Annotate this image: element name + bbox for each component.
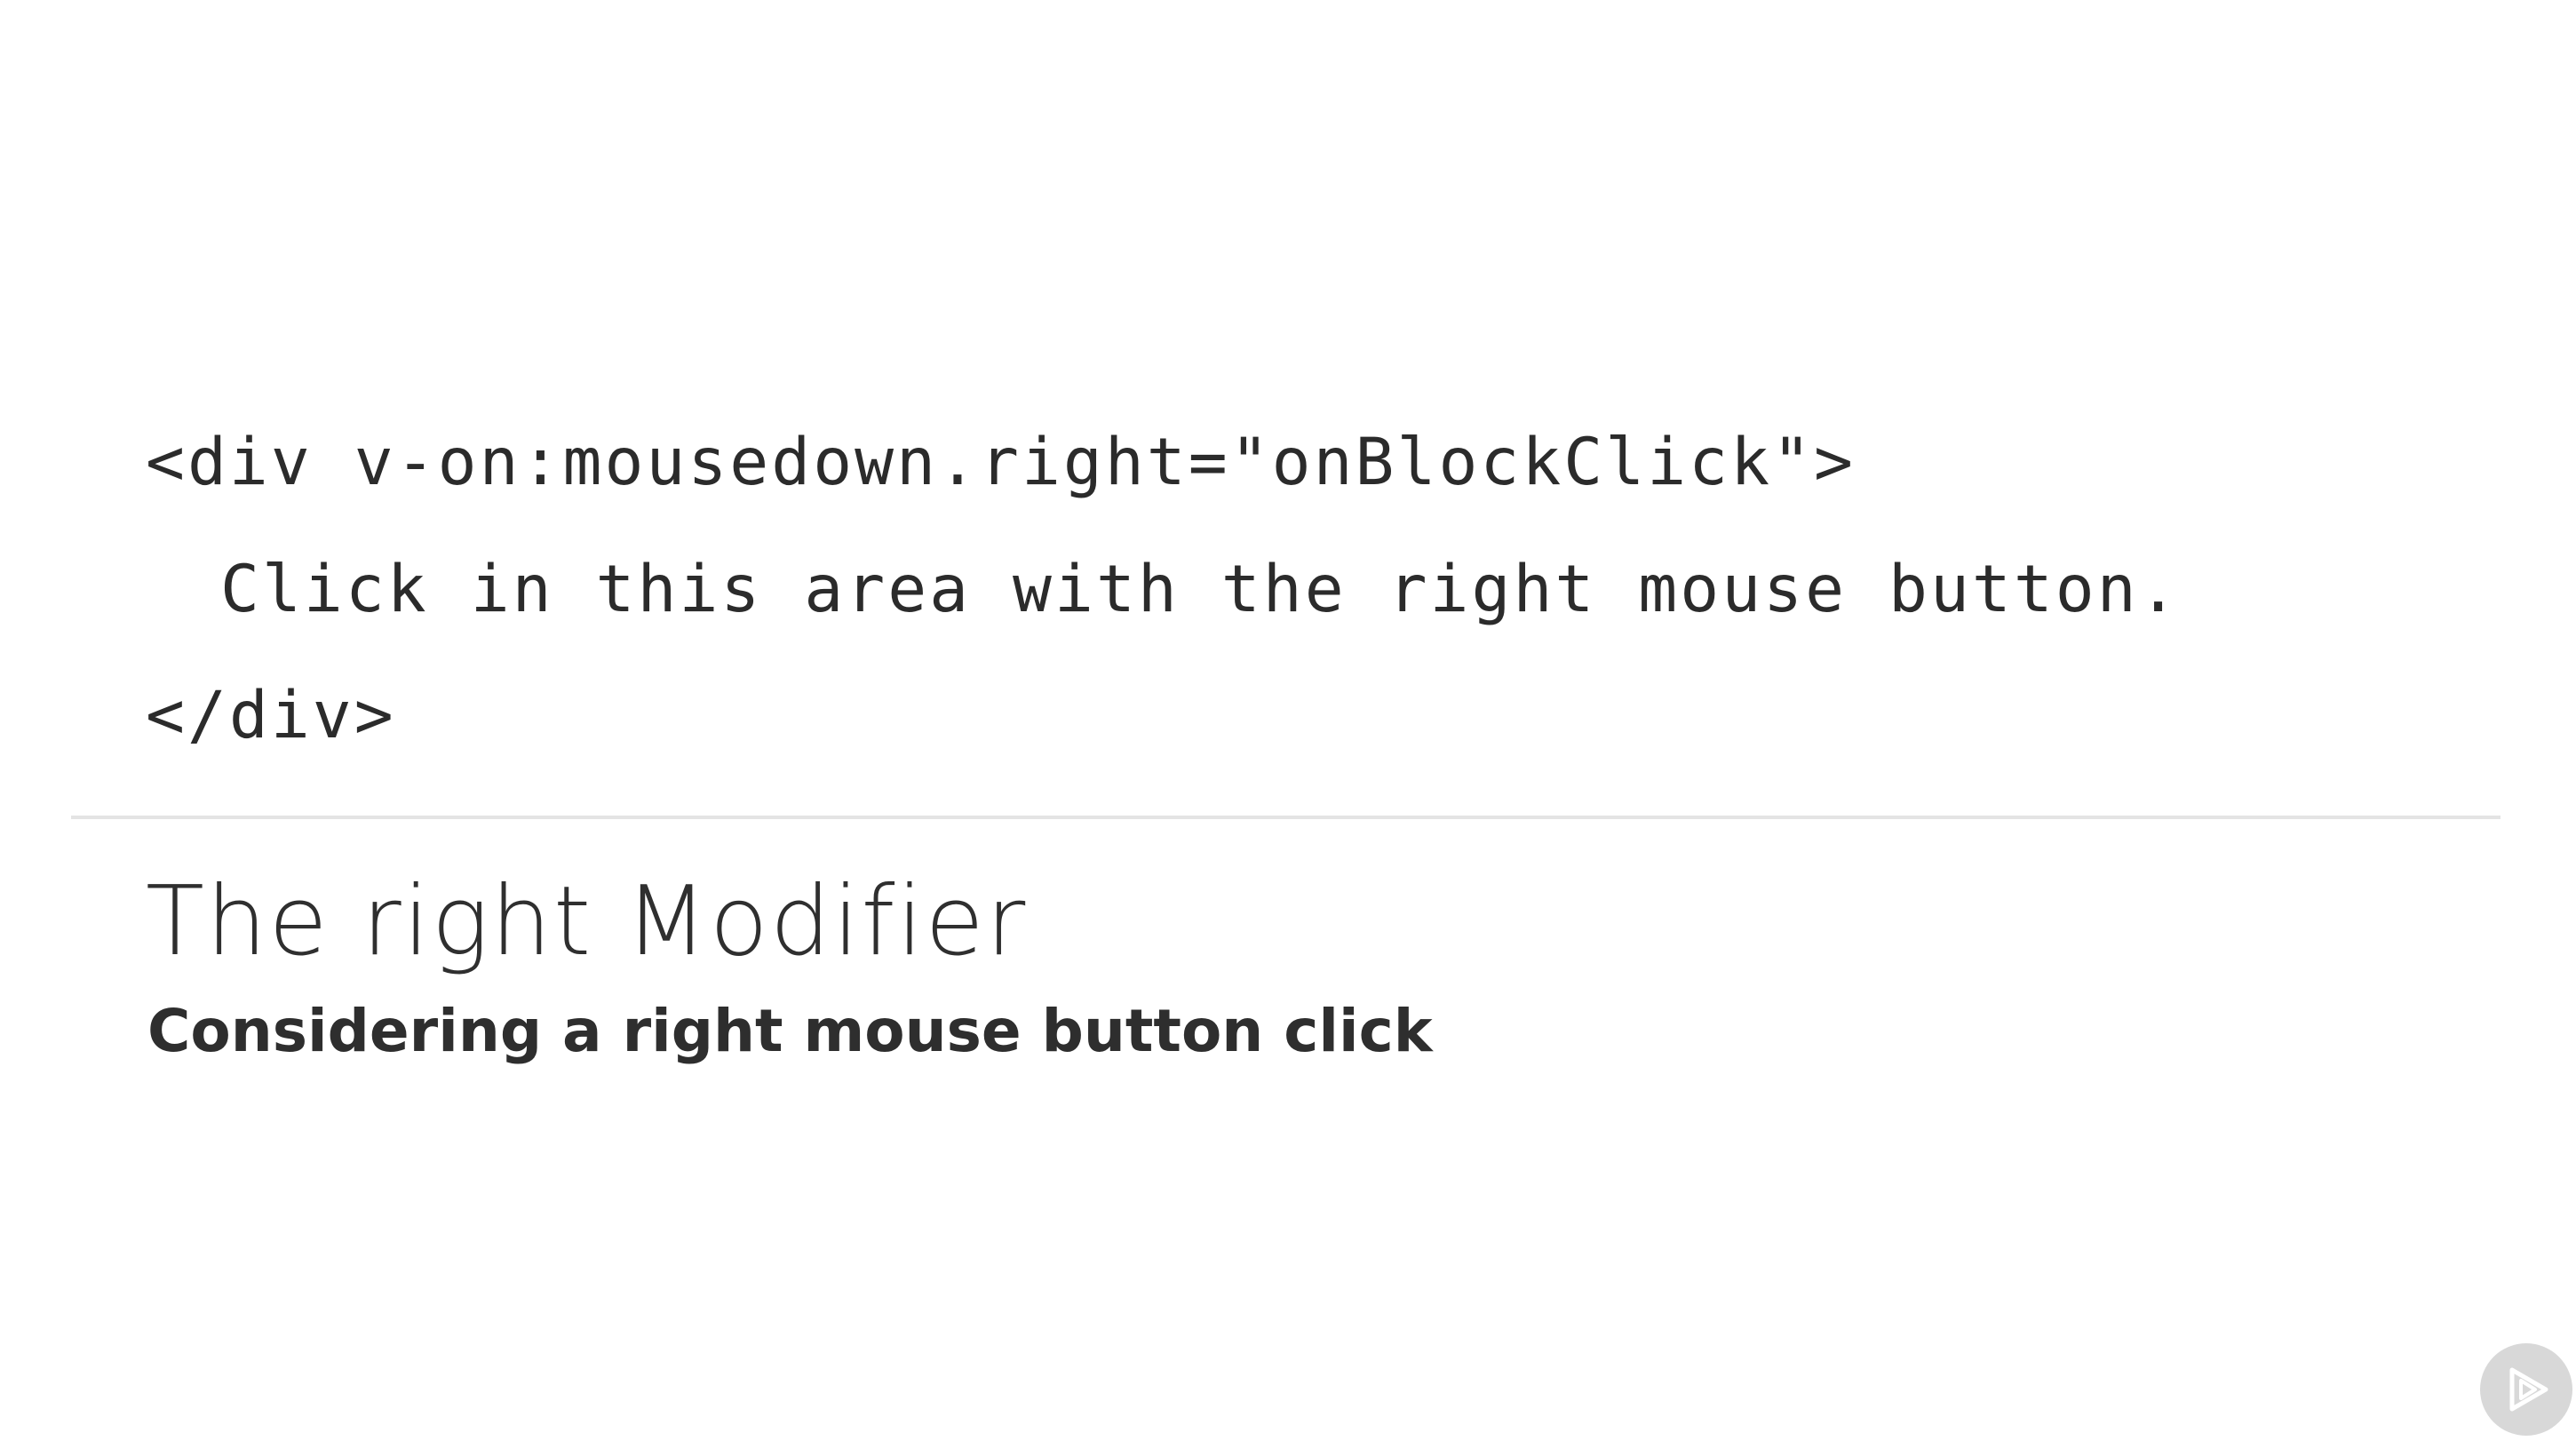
code-line-close-tag: </div> [146,678,396,753]
slide-page: <div v-on:mousedown.right="onBlockClick"… [0,0,2576,1449]
code-line-content: Click in this area with the right mouse … [220,552,2181,627]
play-logo-icon [2480,1343,2572,1436]
slide-title: The right Modifier [146,866,1028,977]
divider [71,816,2500,819]
slide-subtitle: Considering a right mouse button click [147,997,1433,1065]
code-line-open-tag: <div v-on:mousedown.right="onBlockClick"… [146,425,1856,500]
